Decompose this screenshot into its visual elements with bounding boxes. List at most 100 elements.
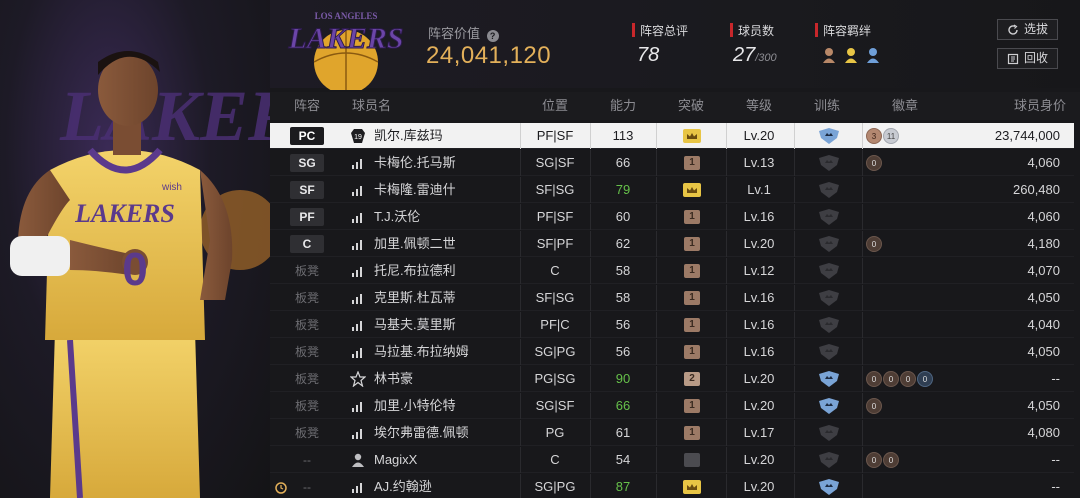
player-row[interactable]: 板凳 马基夫.莫里斯 PF|C 56 1 Lv.16 4,040 (270, 312, 1074, 338)
person-icon (352, 453, 364, 467)
player-row[interactable]: C 加里.佩顿二世 SF|PF 62 1 Lv.20 0 4,180 (270, 231, 1074, 257)
col-value[interactable]: 球员身价 (970, 92, 1066, 120)
player-level: Lv.20 (743, 371, 775, 386)
breakthrough-badge: 1 (684, 399, 700, 413)
player-name[interactable]: 马基夫.莫里斯 (374, 312, 456, 338)
filter-button[interactable]: 选拔 (997, 19, 1058, 40)
slot-bench[interactable]: -- (290, 447, 324, 473)
col-name[interactable]: 球员名 (352, 92, 412, 120)
player-level: Lv.17 (743, 425, 775, 440)
player-name[interactable]: AJ.约翰逊 (374, 474, 432, 498)
player-row[interactable]: 板凳 加里.小特伦特 SG|SF 66 1 Lv.20 0 4,050 (270, 393, 1074, 419)
jersey-team-text: LAKERS (74, 199, 175, 228)
player-row[interactable]: 板凳 克里斯.杜瓦蒂 SF|SG 58 1 Lv.16 4,050 (270, 285, 1074, 311)
col-lineup[interactable]: 阵容 (288, 92, 326, 120)
slot-chip[interactable]: SF (290, 181, 324, 199)
badge-medal-icon[interactable]: 11 (883, 128, 899, 144)
slot-chip[interactable]: PF (290, 208, 324, 226)
col-badges[interactable]: 徽章 (870, 92, 940, 120)
player-name[interactable]: 林书豪 (374, 366, 413, 392)
badge-medal-icon[interactable]: 0 (900, 371, 916, 387)
col-breakthrough[interactable]: 突破 (656, 92, 726, 120)
slot-bench[interactable]: 板凳 (290, 258, 324, 284)
training-shield-icon[interactable] (819, 155, 839, 171)
player-row[interactable]: 板凳 林书豪 PG|SG 90 2 Lv.20 0 0 0 0 -- (270, 366, 1074, 392)
col-level[interactable]: 等级 (726, 92, 792, 120)
slot-bench[interactable]: 板凳 (290, 420, 324, 446)
recycle-button[interactable]: 回收 (997, 48, 1058, 69)
col-training[interactable]: 训练 (794, 92, 860, 120)
synergy-blue-icon (867, 48, 879, 63)
breakthrough-badge: 1 (684, 264, 700, 278)
training-shield-icon[interactable] (819, 236, 839, 252)
training-shield-icon[interactable] (819, 263, 839, 279)
training-shield-icon[interactable] (819, 398, 839, 414)
training-shield-icon[interactable] (819, 452, 839, 468)
training-shield-icon[interactable] (819, 128, 839, 144)
slot-bench[interactable]: 板凳 (290, 339, 324, 365)
col-position[interactable]: 位置 (520, 92, 590, 120)
player-level: Lv.20 (743, 479, 775, 494)
star-icon (350, 371, 366, 387)
player-name[interactable]: 卡梅伦.托马斯 (374, 150, 456, 176)
badge-medal-icon[interactable]: 0 (866, 398, 882, 414)
count-label: 球员数 (738, 24, 775, 38)
badge-medal-icon[interactable]: 3 (866, 128, 882, 144)
player-name[interactable]: 凯尔.库兹玛 (374, 123, 443, 149)
badge-medal-icon[interactable]: 0 (866, 236, 882, 252)
player-row[interactable]: -- AJ.约翰逊 SG|PG 87 Lv.20 -- (270, 474, 1074, 498)
slot-bench[interactable]: 板凳 (290, 366, 324, 392)
player-name[interactable]: 加里.佩顿二世 (374, 231, 456, 257)
player-name[interactable]: 加里.小特伦特 (374, 393, 456, 419)
slot-chip[interactable]: SG (290, 154, 324, 172)
training-shield-icon[interactable] (819, 290, 839, 306)
player-row[interactable]: -- MagixX C 54 Lv.20 0 0 -- (270, 447, 1074, 473)
badge-medal-icon[interactable]: 0 (866, 452, 882, 468)
player-row[interactable]: 板凳 埃尔弗雷德.佩顿 PG 61 1 Lv.17 4,080 (270, 420, 1074, 446)
player-name[interactable]: 卡梅隆.雷迪什 (374, 177, 456, 203)
training-shield-icon[interactable] (819, 344, 839, 360)
training-shield-icon[interactable] (819, 182, 839, 198)
badge-medal-icon[interactable]: 0 (866, 371, 882, 387)
player-position: PG|SG (534, 371, 576, 386)
player-name[interactable]: T.J.沃伦 (374, 204, 420, 230)
col-ability[interactable]: 能力 (590, 92, 656, 120)
player-row[interactable]: 板凳 托尼.布拉德利 C 58 1 Lv.12 4,070 (270, 258, 1074, 284)
player-ability: 90 (615, 371, 631, 386)
player-level: Lv.16 (743, 317, 775, 332)
player-row[interactable]: PF T.J.沃伦 PF|SF 60 1 Lv.16 4,060 (270, 204, 1074, 230)
player-level: Lv.13 (743, 155, 775, 170)
rating-label-wrap: 阵容总评 (632, 22, 688, 39)
player-name[interactable]: 托尼.布拉德利 (374, 258, 456, 284)
slot-bench[interactable]: 板凳 (290, 312, 324, 338)
player-value: -- (1051, 371, 1060, 386)
training-shield-icon[interactable] (819, 425, 839, 441)
badge-medal-icon[interactable]: 0 (883, 452, 899, 468)
training-shield-icon[interactable] (819, 371, 839, 387)
slot-bench[interactable]: 板凳 (290, 393, 324, 419)
player-position: SG|PG (534, 479, 576, 494)
player-row[interactable]: SF 卡梅隆.雷迪什 SF|SG 79 Lv.1 260,480 (270, 177, 1074, 203)
player-name[interactable]: MagixX (374, 447, 417, 473)
synergy-icons[interactable] (821, 45, 891, 70)
badge-medal-icon[interactable]: 0 (883, 371, 899, 387)
slot-chip[interactable]: C (290, 235, 324, 253)
player-row[interactable]: SG 卡梅伦.托马斯 SG|SF 66 1 Lv.13 0 4,060 (270, 150, 1074, 176)
training-shield-icon[interactable] (819, 479, 839, 495)
player-row[interactable]: PC 19 凯尔.库兹玛 PF|SF 113 Lv.20 3 11 23,744,000 (270, 123, 1074, 149)
player-name[interactable]: 埃尔弗雷德.佩顿 (374, 420, 469, 446)
player-position: SF|SG (535, 290, 575, 305)
player-level: Lv.1 (747, 182, 771, 197)
training-shield-icon[interactable] (819, 209, 839, 225)
slot-chip[interactable]: PC (290, 127, 324, 145)
slot-bench[interactable]: 板凳 (290, 285, 324, 311)
player-name[interactable]: 马拉基.布拉纳姆 (374, 339, 469, 365)
badge-medal-icon[interactable]: 0 (866, 155, 882, 171)
player-value: 4,080 (1027, 425, 1060, 440)
training-shield-icon[interactable] (819, 317, 839, 333)
player-name[interactable]: 克里斯.杜瓦蒂 (374, 285, 456, 311)
player-row[interactable]: 板凳 马拉基.布拉纳姆 SG|PG 56 1 Lv.16 4,050 (270, 339, 1074, 365)
help-icon[interactable]: ? (486, 30, 499, 42)
slot-bench[interactable]: -- (290, 474, 324, 498)
badge-medal-icon[interactable]: 0 (917, 371, 933, 387)
